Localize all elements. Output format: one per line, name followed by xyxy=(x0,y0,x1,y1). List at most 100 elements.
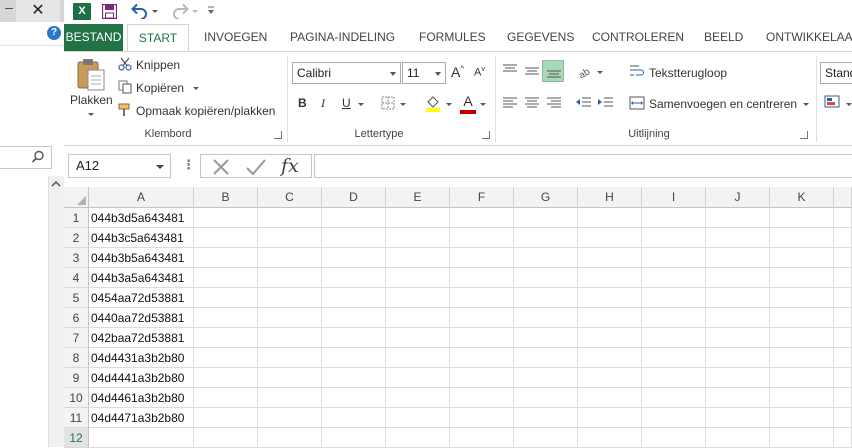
cancel-icon[interactable] xyxy=(211,157,231,177)
column-header-i[interactable]: I xyxy=(642,187,706,208)
help-icon[interactable]: ? xyxy=(47,26,61,40)
cell-b6[interactable] xyxy=(194,308,258,328)
row-header[interactable]: 8 xyxy=(64,348,89,368)
cell-i8[interactable] xyxy=(642,348,706,368)
customize-toolbar-icon[interactable] xyxy=(207,5,215,15)
cell-d2[interactable] xyxy=(322,228,386,248)
cell-overflow[interactable] xyxy=(834,388,852,408)
cell-k10[interactable] xyxy=(770,388,834,408)
cell-e11[interactable] xyxy=(386,408,450,428)
cell-c4[interactable] xyxy=(258,268,322,288)
cell-c12[interactable] xyxy=(258,428,322,448)
cell-h8[interactable] xyxy=(578,348,642,368)
cell-h1[interactable] xyxy=(578,208,642,228)
cell-j3[interactable] xyxy=(706,248,770,268)
cell-g3[interactable] xyxy=(514,248,578,268)
font-name-select[interactable]: Calibri xyxy=(292,62,401,84)
cell-d7[interactable] xyxy=(322,328,386,348)
cell-b12[interactable] xyxy=(194,428,258,448)
cell-j7[interactable] xyxy=(706,328,770,348)
cell-k2[interactable] xyxy=(770,228,834,248)
underline-dropdown-icon[interactable] xyxy=(358,103,364,106)
cell-j10[interactable] xyxy=(706,388,770,408)
column-header-h[interactable]: H xyxy=(578,187,642,208)
alignment-launcher-icon[interactable] xyxy=(800,131,808,139)
cell-a11[interactable]: 04d4471a3b2b80 xyxy=(89,408,194,428)
column-header-b[interactable]: B xyxy=(194,187,258,208)
cell-f8[interactable] xyxy=(450,348,514,368)
cell-b8[interactable] xyxy=(194,348,258,368)
cell-d4[interactable] xyxy=(322,268,386,288)
conditional-format-dropdown-icon[interactable] xyxy=(846,103,852,106)
cell-e1[interactable] xyxy=(386,208,450,228)
cell-f11[interactable] xyxy=(450,408,514,428)
row-header[interactable]: 1 xyxy=(64,208,89,228)
row-header[interactable]: 4 xyxy=(64,268,89,288)
decrease-indent-icon[interactable] xyxy=(576,97,592,109)
column-header-a[interactable]: A xyxy=(89,187,194,208)
cell-i7[interactable] xyxy=(642,328,706,348)
cell-f7[interactable] xyxy=(450,328,514,348)
cell-g4[interactable] xyxy=(514,268,578,288)
cell-overflow[interactable] xyxy=(834,368,852,388)
cell-g5[interactable] xyxy=(514,288,578,308)
cell-a2[interactable]: 044b3c5a643481 xyxy=(89,228,194,248)
cell-e5[interactable] xyxy=(386,288,450,308)
cell-h11[interactable] xyxy=(578,408,642,428)
cell-c2[interactable] xyxy=(258,228,322,248)
cell-overflow[interactable] xyxy=(834,248,852,268)
tab-review[interactable]: CONTROLEREN xyxy=(592,24,684,51)
cell-h9[interactable] xyxy=(578,368,642,388)
cell-d6[interactable] xyxy=(322,308,386,328)
tab-view[interactable]: BEELD xyxy=(704,24,743,51)
undo-icon[interactable] xyxy=(130,3,148,19)
cell-i10[interactable] xyxy=(642,388,706,408)
cell-b5[interactable] xyxy=(194,288,258,308)
cell-f4[interactable] xyxy=(450,268,514,288)
tab-insert[interactable]: INVOEGEN xyxy=(204,24,267,51)
align-right-icon[interactable] xyxy=(546,97,562,109)
merge-center-dropdown-icon[interactable] xyxy=(803,103,809,106)
cell-k8[interactable] xyxy=(770,348,834,368)
orientation-icon[interactable]: ab xyxy=(577,64,595,78)
search-input[interactable] xyxy=(0,146,52,169)
cell-e4[interactable] xyxy=(386,268,450,288)
borders-dropdown-icon[interactable] xyxy=(400,103,406,106)
cell-f3[interactable] xyxy=(450,248,514,268)
cell-h5[interactable] xyxy=(578,288,642,308)
cell-h10[interactable] xyxy=(578,388,642,408)
cell-overflow[interactable] xyxy=(834,228,852,248)
row-header[interactable]: 5 xyxy=(64,288,89,308)
cell-j12[interactable] xyxy=(706,428,770,448)
cell-i5[interactable] xyxy=(642,288,706,308)
cell-f5[interactable] xyxy=(450,288,514,308)
cell-k3[interactable] xyxy=(770,248,834,268)
underline-button[interactable]: U xyxy=(342,96,351,110)
format-painter-button[interactable]: Opmaak kopiëren/plakken xyxy=(136,104,275,118)
align-middle-icon[interactable] xyxy=(524,64,540,76)
cell-k7[interactable] xyxy=(770,328,834,348)
copy-dropdown-icon[interactable] xyxy=(193,87,199,90)
cell-d3[interactable] xyxy=(322,248,386,268)
cell-d1[interactable] xyxy=(322,208,386,228)
cell-style-box[interactable]: Stand xyxy=(820,62,852,84)
column-header-c[interactable]: C xyxy=(258,187,322,208)
row-header[interactable]: 3 xyxy=(64,248,89,268)
cell-overflow[interactable] xyxy=(834,348,852,368)
cell-f9[interactable] xyxy=(450,368,514,388)
cell-overflow[interactable] xyxy=(834,408,852,428)
cell-c6[interactable] xyxy=(258,308,322,328)
cell-j5[interactable] xyxy=(706,288,770,308)
fill-color-dropdown-icon[interactable] xyxy=(446,103,452,106)
cell-g10[interactable] xyxy=(514,388,578,408)
column-header-k[interactable]: K xyxy=(770,187,834,208)
merge-center-button[interactable]: Samenvoegen en centreren xyxy=(649,97,797,111)
cell-g9[interactable] xyxy=(514,368,578,388)
redo-dropdown-icon[interactable] xyxy=(192,10,198,13)
cell-k9[interactable] xyxy=(770,368,834,388)
cell-c7[interactable] xyxy=(258,328,322,348)
cell-c1[interactable] xyxy=(258,208,322,228)
cell-j11[interactable] xyxy=(706,408,770,428)
cell-c3[interactable] xyxy=(258,248,322,268)
cell-g6[interactable] xyxy=(514,308,578,328)
